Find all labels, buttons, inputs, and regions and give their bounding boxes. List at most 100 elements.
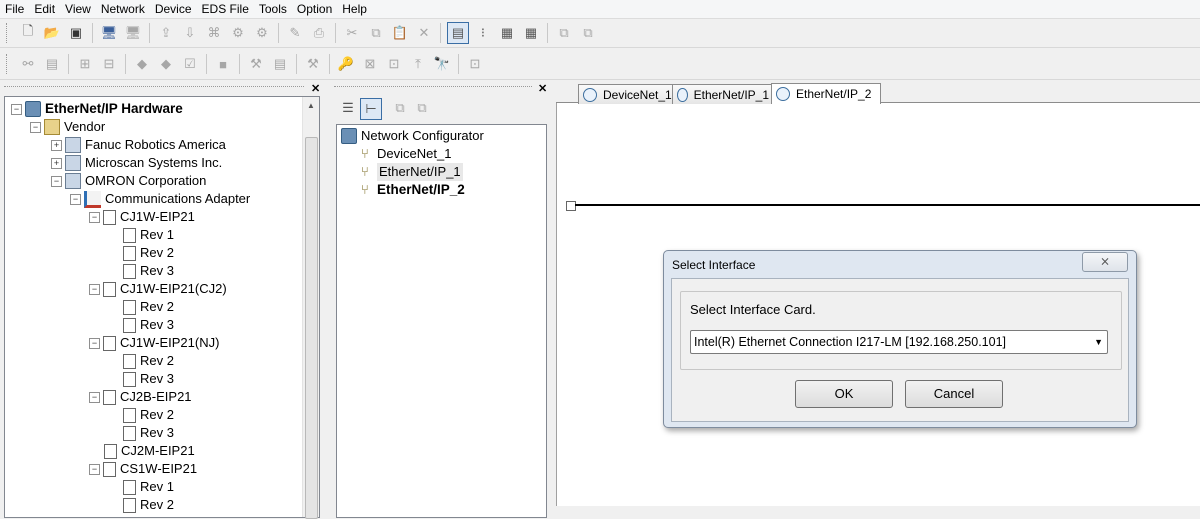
tree-node-network-devicenet[interactable]: ⑂ DeviceNet_1 [361, 145, 451, 163]
tree-node-vendor-microscan[interactable]: + Microscan Systems Inc. [51, 154, 222, 172]
wand-icon[interactable]: ✎ [285, 23, 305, 43]
expand-icon[interactable]: ⧉ [554, 23, 574, 43]
tree-node-device[interactable]: − CS1W-EIP21 [89, 460, 197, 478]
new-file-icon[interactable]: 🗋 [18, 23, 38, 43]
delete-icon[interactable]: ✕ [414, 23, 434, 43]
view-icon[interactable]: ▤ [447, 22, 469, 44]
collapse-toggle[interactable]: − [89, 391, 100, 403]
tree-node-rev[interactable]: Rev 3 [123, 262, 174, 280]
tree-node-rev[interactable]: Rev 3 [123, 370, 174, 388]
print-icon[interactable]: ⎙ [309, 23, 329, 43]
tree-node-vendor-omron[interactable]: − OMRON Corporation [51, 172, 206, 190]
collapse-toggle[interactable]: − [89, 337, 100, 349]
collapse-toggle[interactable]: − [51, 175, 62, 187]
tree-node-device[interactable]: − CJ1W-EIP21(CJ2) [89, 280, 227, 298]
tree-node-network-ethernet-2[interactable]: ⑂ EtherNet/IP_2 [361, 181, 465, 199]
tree-node-rev[interactable]: Rev 2 [123, 352, 174, 370]
tree-node-device[interactable]: − CJ1W-EIP21(NJ) [89, 334, 219, 352]
pane-grip[interactable] [4, 86, 304, 87]
tree-node-device[interactable]: CJ2M-EIP21 [104, 442, 195, 460]
upload-icon[interactable]: ⇪ [156, 23, 176, 43]
tree-node-category[interactable]: − Communications Adapter [70, 190, 250, 208]
collapse-toggle[interactable]: − [11, 103, 22, 115]
wrench-icon[interactable]: ⚒ [303, 54, 323, 74]
toolbar-grip[interactable] [6, 54, 10, 74]
hardware-scrollbar[interactable]: ▲ [302, 97, 319, 519]
menu-eds-file[interactable]: EDS File [197, 0, 254, 18]
menu-device[interactable]: Device [150, 0, 197, 18]
save-icon[interactable]: ▣ [66, 23, 86, 43]
report-icon[interactable]: ▤ [270, 54, 290, 74]
network-line[interactable] [575, 204, 1200, 206]
list-view-icon[interactable]: ☰ [338, 98, 358, 118]
ok-button[interactable]: OK [795, 380, 893, 408]
register-icon[interactable]: ⊞ [75, 54, 95, 74]
tree-node-rev[interactable]: Rev 1 [123, 478, 174, 496]
check-icon[interactable]: ☑ [180, 54, 200, 74]
network-line-handle[interactable] [566, 201, 576, 211]
close-network-pane-icon[interactable]: ✕ [538, 82, 547, 95]
tree-node-vendor-fanuc[interactable]: + Fanuc Robotics America [51, 136, 226, 154]
collapse-toggle[interactable]: − [89, 211, 100, 223]
tree-node-vendor[interactable]: − Vendor [30, 118, 105, 136]
expand-toggle[interactable]: + [51, 139, 62, 151]
menu-file[interactable]: File [0, 0, 29, 18]
tree-node-root[interactable]: − EtherNet/IP Hardware [11, 100, 183, 118]
collapse-toggle[interactable]: − [70, 193, 81, 205]
tool-icon[interactable]: ⚒ [246, 54, 266, 74]
paste-icon[interactable]: 📋 [390, 23, 410, 43]
tree-node-device[interactable]: − CJ2B-EIP21 [89, 388, 192, 406]
document-icon[interactable]: ▤ [42, 54, 62, 74]
collapse-toggle[interactable]: − [30, 121, 41, 133]
scroll-up-icon[interactable]: ▲ [307, 101, 315, 110]
up-icon[interactable]: ◆ [132, 54, 152, 74]
tree-node-rev[interactable]: Rev 2 [123, 298, 174, 316]
grid-icon[interactable]: ⁝ [473, 23, 493, 43]
close-icon[interactable]: ⨯ [1082, 252, 1128, 272]
cut-icon[interactable]: ✂ [342, 23, 362, 43]
table-wide-icon[interactable]: ▦ [521, 23, 541, 43]
tab-ethernet-ip-1[interactable]: EtherNet/IP_1 [672, 84, 776, 104]
parameter-icon[interactable]: ⚙ [252, 23, 272, 43]
menu-help[interactable]: Help [337, 0, 372, 18]
tree-node-rev[interactable]: Rev 3 [123, 316, 174, 334]
dropdown-arrow-icon[interactable]: ▼ [1094, 331, 1103, 354]
open-folder-icon[interactable]: 📂 [42, 23, 62, 43]
tree-node-rev[interactable]: Rev 1 [123, 226, 174, 244]
cancel-button[interactable]: Cancel [905, 380, 1003, 408]
connect-icon[interactable]: 🖥 [99, 23, 119, 43]
interface-select[interactable]: Intel(R) Ethernet Connection I217-LM [19… [690, 330, 1108, 354]
pane-grip[interactable] [334, 86, 532, 87]
key-icon[interactable]: 🔑 [336, 54, 356, 74]
expand-all-icon[interactable]: ⧉ [390, 98, 410, 118]
monitor-icon[interactable]: ⌘ [204, 23, 224, 43]
copy-icon[interactable]: ⧉ [366, 23, 386, 43]
table-icon[interactable]: ▦ [497, 23, 517, 43]
collapse-toggle[interactable]: − [89, 463, 100, 475]
menu-edit[interactable]: Edit [29, 0, 60, 18]
properties-icon[interactable]: ⊡ [465, 54, 485, 74]
save-device-icon[interactable]: ⊡ [384, 54, 404, 74]
tree-view-icon[interactable]: ⊢ [360, 98, 382, 120]
menu-option[interactable]: Option [292, 0, 337, 18]
down-icon[interactable]: ◆ [156, 54, 176, 74]
tree-node-rev[interactable]: Rev 2 [123, 244, 174, 262]
menu-view[interactable]: View [60, 0, 96, 18]
toolbar-grip[interactable] [6, 23, 10, 43]
tree-node-rev[interactable]: Rev 3 [123, 424, 174, 442]
close-hardware-pane-icon[interactable]: ✕ [311, 82, 320, 95]
tree-node-rev[interactable]: Rev 2 [123, 496, 174, 514]
tab-devicenet-1[interactable]: DeviceNet_1 [578, 84, 682, 104]
tab-ethernet-ip-2[interactable]: EtherNet/IP_2 [771, 83, 881, 104]
download-icon[interactable]: ⇩ [180, 23, 200, 43]
link-icon[interactable]: ⚯ [18, 54, 38, 74]
disconnect-icon[interactable]: 🖥 [123, 23, 143, 43]
tree-node-network-root[interactable]: Network Configurator [341, 127, 484, 145]
expand-toggle[interactable]: + [51, 157, 62, 169]
tree-node-device[interactable]: − CJ1W-EIP21 [89, 208, 195, 226]
menu-network[interactable]: Network [96, 0, 150, 18]
network-config-icon[interactable]: ⚙ [228, 23, 248, 43]
menu-tools[interactable]: Tools [254, 0, 292, 18]
edit-device-icon[interactable]: ⊟ [99, 54, 119, 74]
stop-icon[interactable]: ■ [213, 54, 233, 74]
